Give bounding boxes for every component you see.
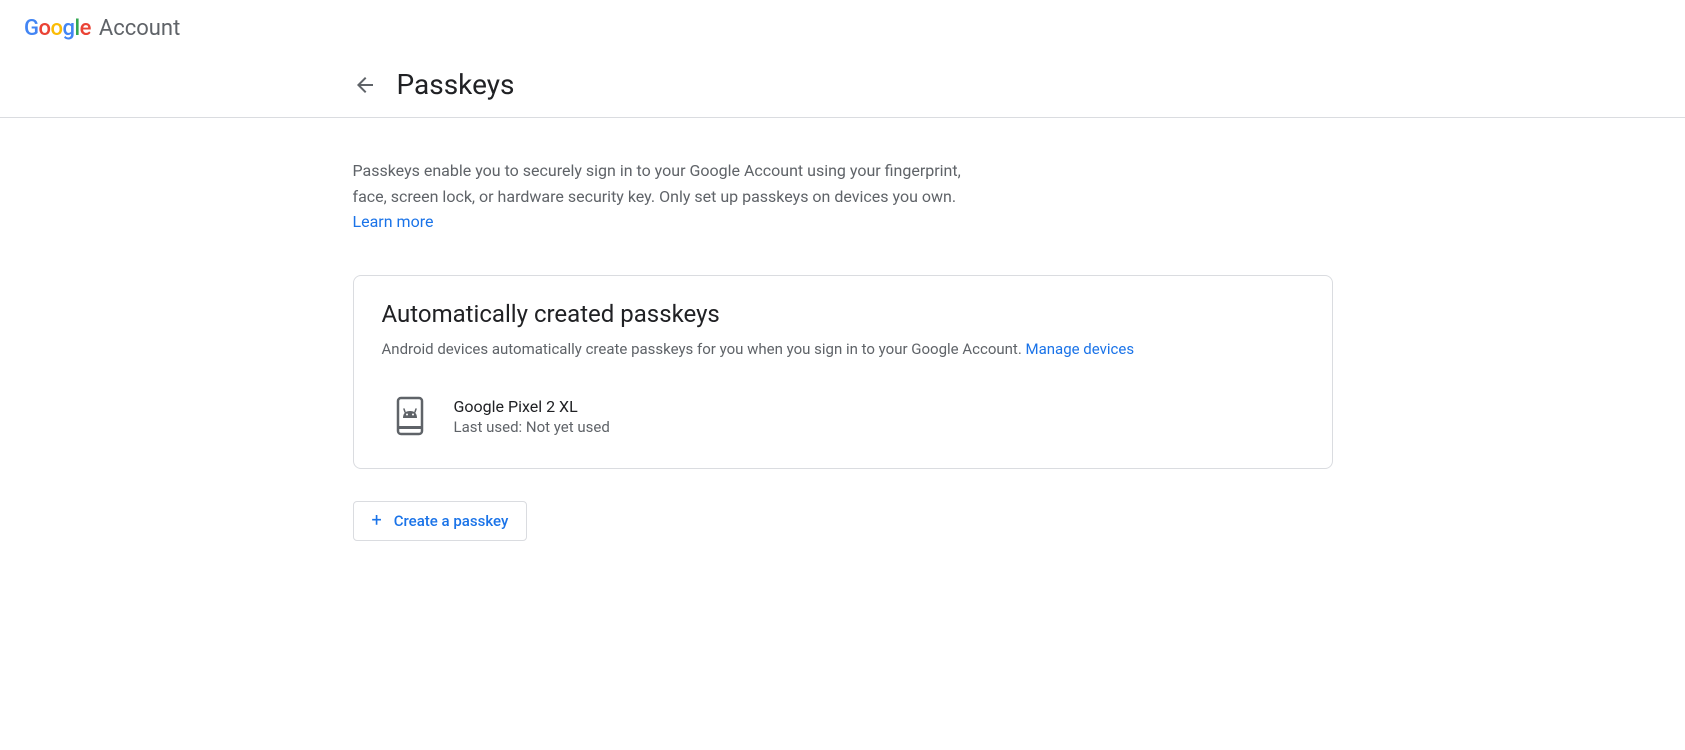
create-passkey-button[interactable]: + Create a passkey [353,501,528,541]
intro-text: Passkeys enable you to securely sign in … [353,158,993,235]
device-info: Google Pixel 2 XL Last used: Not yet use… [454,397,610,436]
google-logo: Google [24,16,91,41]
page-title: Passkeys [397,68,515,101]
back-arrow-icon[interactable] [353,73,377,97]
account-label: Account [99,16,180,41]
intro-text-body: Passkeys enable you to securely sign in … [353,161,961,206]
create-passkey-label: Create a passkey [394,512,509,530]
page-header-section: Passkeys [0,56,1685,118]
auto-passkeys-card: Automatically created passkeys Android d… [353,275,1333,470]
card-subtitle-text: Android devices automatically create pas… [382,340,1026,358]
device-status: Last used: Not yet used [454,418,610,436]
learn-more-link[interactable]: Learn more [353,212,434,231]
app-header: Google Account [0,0,1685,56]
device-row[interactable]: Google Pixel 2 XL Last used: Not yet use… [382,388,1304,444]
manage-devices-link[interactable]: Manage devices [1026,340,1135,358]
device-name: Google Pixel 2 XL [454,397,610,416]
card-title: Automatically created passkeys [382,300,1304,328]
android-device-icon [394,396,426,436]
card-subtitle: Android devices automatically create pas… [382,338,1304,361]
plus-icon: + [372,512,382,530]
main-content: Passkeys enable you to securely sign in … [353,118,1333,541]
google-account-logo[interactable]: Google Account [24,16,180,41]
page-header: Passkeys [353,56,1333,117]
